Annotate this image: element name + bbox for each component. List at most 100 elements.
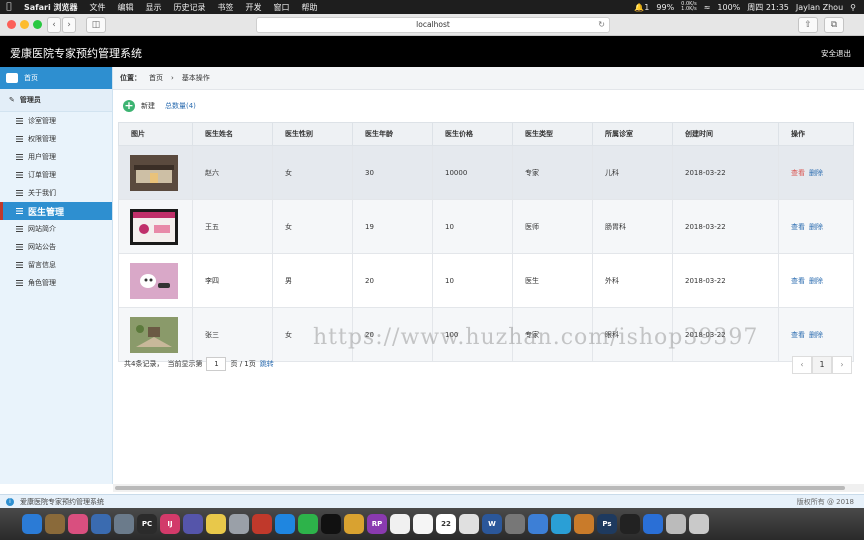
window-zoom-button[interactable]	[33, 20, 42, 29]
delete-link[interactable]: 删除	[809, 277, 823, 285]
dock-app-icon[interactable]	[206, 514, 226, 534]
dock-app-icon[interactable]: W	[482, 514, 502, 534]
dock-app-icon[interactable]	[45, 514, 65, 534]
menu-help[interactable]: 帮助	[296, 2, 324, 13]
logout-link[interactable]: 安全退出	[821, 48, 851, 59]
doctor-type: 医师	[512, 199, 593, 254]
sidebar-group-admin[interactable]: ✎ 管理员	[0, 89, 112, 112]
doctor-dept: 肠胃科	[592, 199, 673, 254]
menu-safari[interactable]: Safari 浏览器	[18, 2, 84, 13]
doctor-photo[interactable]	[130, 316, 178, 353]
dock-app-icon[interactable]	[505, 514, 525, 534]
dock-app-icon[interactable]	[91, 514, 111, 534]
sidebar-toggle-icon[interactable]: ◫	[86, 17, 106, 33]
sidebar-item-orders[interactable]: 订单管理	[0, 166, 112, 184]
doctor-name: 赵六	[192, 145, 273, 200]
dock-app-icon[interactable]: PC	[137, 514, 157, 534]
window-close-button[interactable]	[7, 20, 16, 29]
dock-app-icon[interactable]	[643, 514, 663, 534]
scrollbar-thumb[interactable]	[115, 486, 845, 490]
doctor-photo[interactable]	[130, 208, 178, 245]
dock-app-icon[interactable]	[229, 514, 249, 534]
menu-bookmarks[interactable]: 书签	[212, 2, 240, 13]
next-page-button[interactable]: ›	[832, 356, 852, 374]
dock-app-icon[interactable]	[252, 514, 272, 534]
dock-app-icon[interactable]	[298, 514, 318, 534]
dock-app-icon[interactable]: 22	[436, 514, 456, 534]
dock-app-icon[interactable]	[413, 514, 433, 534]
menu-file[interactable]: 文件	[84, 2, 112, 13]
status-text: 爱康医院专家预约管理系统	[20, 497, 104, 506]
reload-icon[interactable]: ↻	[598, 18, 605, 32]
jump-link[interactable]: 跳转	[260, 359, 274, 369]
dock-app-icon[interactable]	[689, 514, 709, 534]
sidebar-item-site-intro[interactable]: 网站简介	[0, 220, 112, 238]
sidebar-item-users[interactable]: 用户管理	[0, 148, 112, 166]
sidebar-item-messages[interactable]: 留言信息	[0, 256, 112, 274]
col-header-price: 医生价格	[432, 122, 513, 146]
menu-edit[interactable]: 编辑	[112, 2, 140, 13]
dock-app-icon[interactable]	[68, 514, 88, 534]
new-button[interactable]: 新建	[141, 101, 155, 111]
dock-app-icon[interactable]	[528, 514, 548, 534]
menu-develop[interactable]: 开发	[240, 2, 268, 13]
dock-app-icon[interactable]	[574, 514, 594, 534]
window-minimize-button[interactable]	[20, 20, 29, 29]
user-name[interactable]: Jaylan Zhou	[796, 3, 843, 12]
dock-app-icon[interactable]	[275, 514, 295, 534]
sidebar-item-permission[interactable]: 权限管理	[0, 130, 112, 148]
col-header-type: 医生类型	[512, 122, 593, 146]
page-1-button[interactable]: 1	[812, 356, 832, 374]
spotlight-search-icon[interactable]: ⚲	[850, 3, 856, 12]
dock-app-icon[interactable]	[459, 514, 479, 534]
menu-window[interactable]: 窗口	[268, 2, 296, 13]
dock-app-icon[interactable]: RP	[367, 514, 387, 534]
add-icon[interactable]: +	[123, 100, 135, 112]
sidebar-item-label: 角色管理	[28, 279, 56, 287]
sidebar-item-about[interactable]: 关于我们	[0, 184, 112, 202]
back-button[interactable]: ‹	[47, 17, 61, 33]
clock[interactable]: 周四 21:35	[747, 2, 789, 13]
col-header-gender: 医生性别	[272, 122, 353, 146]
share-icon[interactable]: ⇧	[798, 17, 818, 33]
page-number-input[interactable]: 1	[206, 357, 227, 371]
sidebar-item-roles[interactable]: 角色管理	[0, 274, 112, 292]
address-bar[interactable]: localhost ↻	[256, 17, 610, 33]
prev-page-button[interactable]: ‹	[792, 356, 812, 374]
dock-app-icon[interactable]	[620, 514, 640, 534]
notification-bell-icon[interactable]: 🔔1	[634, 3, 649, 12]
delete-link[interactable]: 删除	[809, 169, 823, 177]
breadcrumb-separator: ›	[171, 74, 174, 82]
dock-app-icon[interactable]	[390, 514, 410, 534]
horizontal-scrollbar[interactable]	[113, 484, 864, 492]
dock-app-icon[interactable]	[344, 514, 364, 534]
dock-app-icon[interactable]	[551, 514, 571, 534]
doctor-photo[interactable]	[130, 262, 178, 299]
forward-button[interactable]: ›	[62, 17, 76, 33]
tabs-overview-icon[interactable]: ⧉	[824, 17, 844, 33]
dock-app-icon[interactable]	[321, 514, 341, 534]
doctor-photo[interactable]	[130, 154, 178, 191]
view-link[interactable]: 查看	[791, 331, 805, 339]
view-link[interactable]: 查看	[791, 277, 805, 285]
wifi-icon[interactable]: ≈	[704, 3, 711, 12]
sidebar-item-clinic[interactable]: 诊室管理	[0, 112, 112, 130]
dock-app-icon[interactable]	[666, 514, 686, 534]
dock-app-icon[interactable]: IJ	[160, 514, 180, 534]
dock-app-icon[interactable]: Ps	[597, 514, 617, 534]
sidebar-item-doctors[interactable]: 医生管理	[0, 202, 112, 220]
doctor-type: 医生	[512, 253, 593, 308]
menu-history[interactable]: 历史记录	[168, 2, 212, 13]
sidebar-home[interactable]: 首页	[0, 67, 112, 89]
sidebar-item-announcements[interactable]: 网站公告	[0, 238, 112, 256]
delete-link[interactable]: 删除	[809, 223, 823, 231]
dock-app-icon[interactable]	[114, 514, 134, 534]
dock-app-icon[interactable]	[22, 514, 42, 534]
dock-app-icon[interactable]	[183, 514, 203, 534]
menu-view[interactable]: 显示	[140, 2, 168, 13]
breadcrumb-home[interactable]: 首页	[149, 73, 163, 83]
delete-link[interactable]: 删除	[809, 331, 823, 339]
apple-menu-icon[interactable]: 	[0, 2, 18, 12]
view-link[interactable]: 查看	[791, 223, 805, 231]
view-link[interactable]: 查看	[791, 169, 805, 177]
